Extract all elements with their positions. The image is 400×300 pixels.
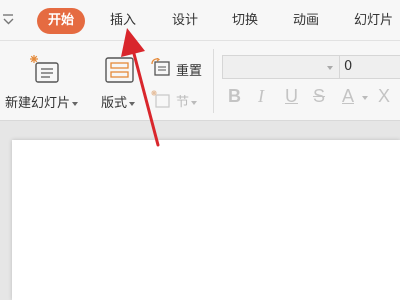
bold-button[interactable]: B — [228, 86, 241, 107]
tab-slideshow[interactable]: 幻灯片 — [354, 8, 393, 34]
ribbon-panel: 新建幻灯片 版式 重置 节 0 — [0, 40, 400, 121]
clear-format-button[interactable]: X — [378, 86, 390, 107]
ribbon-tab-bar: 开始 插入 设计 切换 动画 幻灯片 — [0, 0, 400, 40]
reset-icon — [151, 58, 170, 76]
font-color-dropdown-icon[interactable] — [362, 96, 368, 100]
section-icon — [151, 90, 170, 108]
italic-button[interactable]: I — [258, 86, 264, 107]
layout-label: 版式 — [101, 96, 128, 111]
font-color-button[interactable]: A — [342, 86, 354, 107]
tab-transitions[interactable]: 切换 — [232, 8, 258, 34]
layout-icon — [105, 57, 134, 83]
chevron-down-icon — [327, 66, 333, 70]
reset-label: 重置 — [176, 64, 203, 79]
dropdown-arrow-icon[interactable] — [2, 14, 16, 26]
underline-button[interactable]: U — [285, 86, 298, 107]
new-slide-label: 新建幻灯片 — [5, 96, 71, 111]
section-label: 节 — [176, 95, 190, 110]
tab-design[interactable]: 设计 — [172, 8, 198, 34]
strikethrough-button[interactable]: S — [313, 86, 325, 107]
font-size-input[interactable]: 0 — [339, 55, 400, 79]
slide-canvas[interactable] — [12, 140, 400, 300]
group-divider — [213, 49, 214, 113]
font-name-select[interactable] — [222, 55, 340, 79]
tab-home[interactable]: 开始 — [37, 8, 86, 34]
tab-animations[interactable]: 动画 — [293, 8, 319, 34]
tab-insert[interactable]: 插入 — [110, 8, 136, 34]
new-slide-icon — [30, 55, 59, 83]
